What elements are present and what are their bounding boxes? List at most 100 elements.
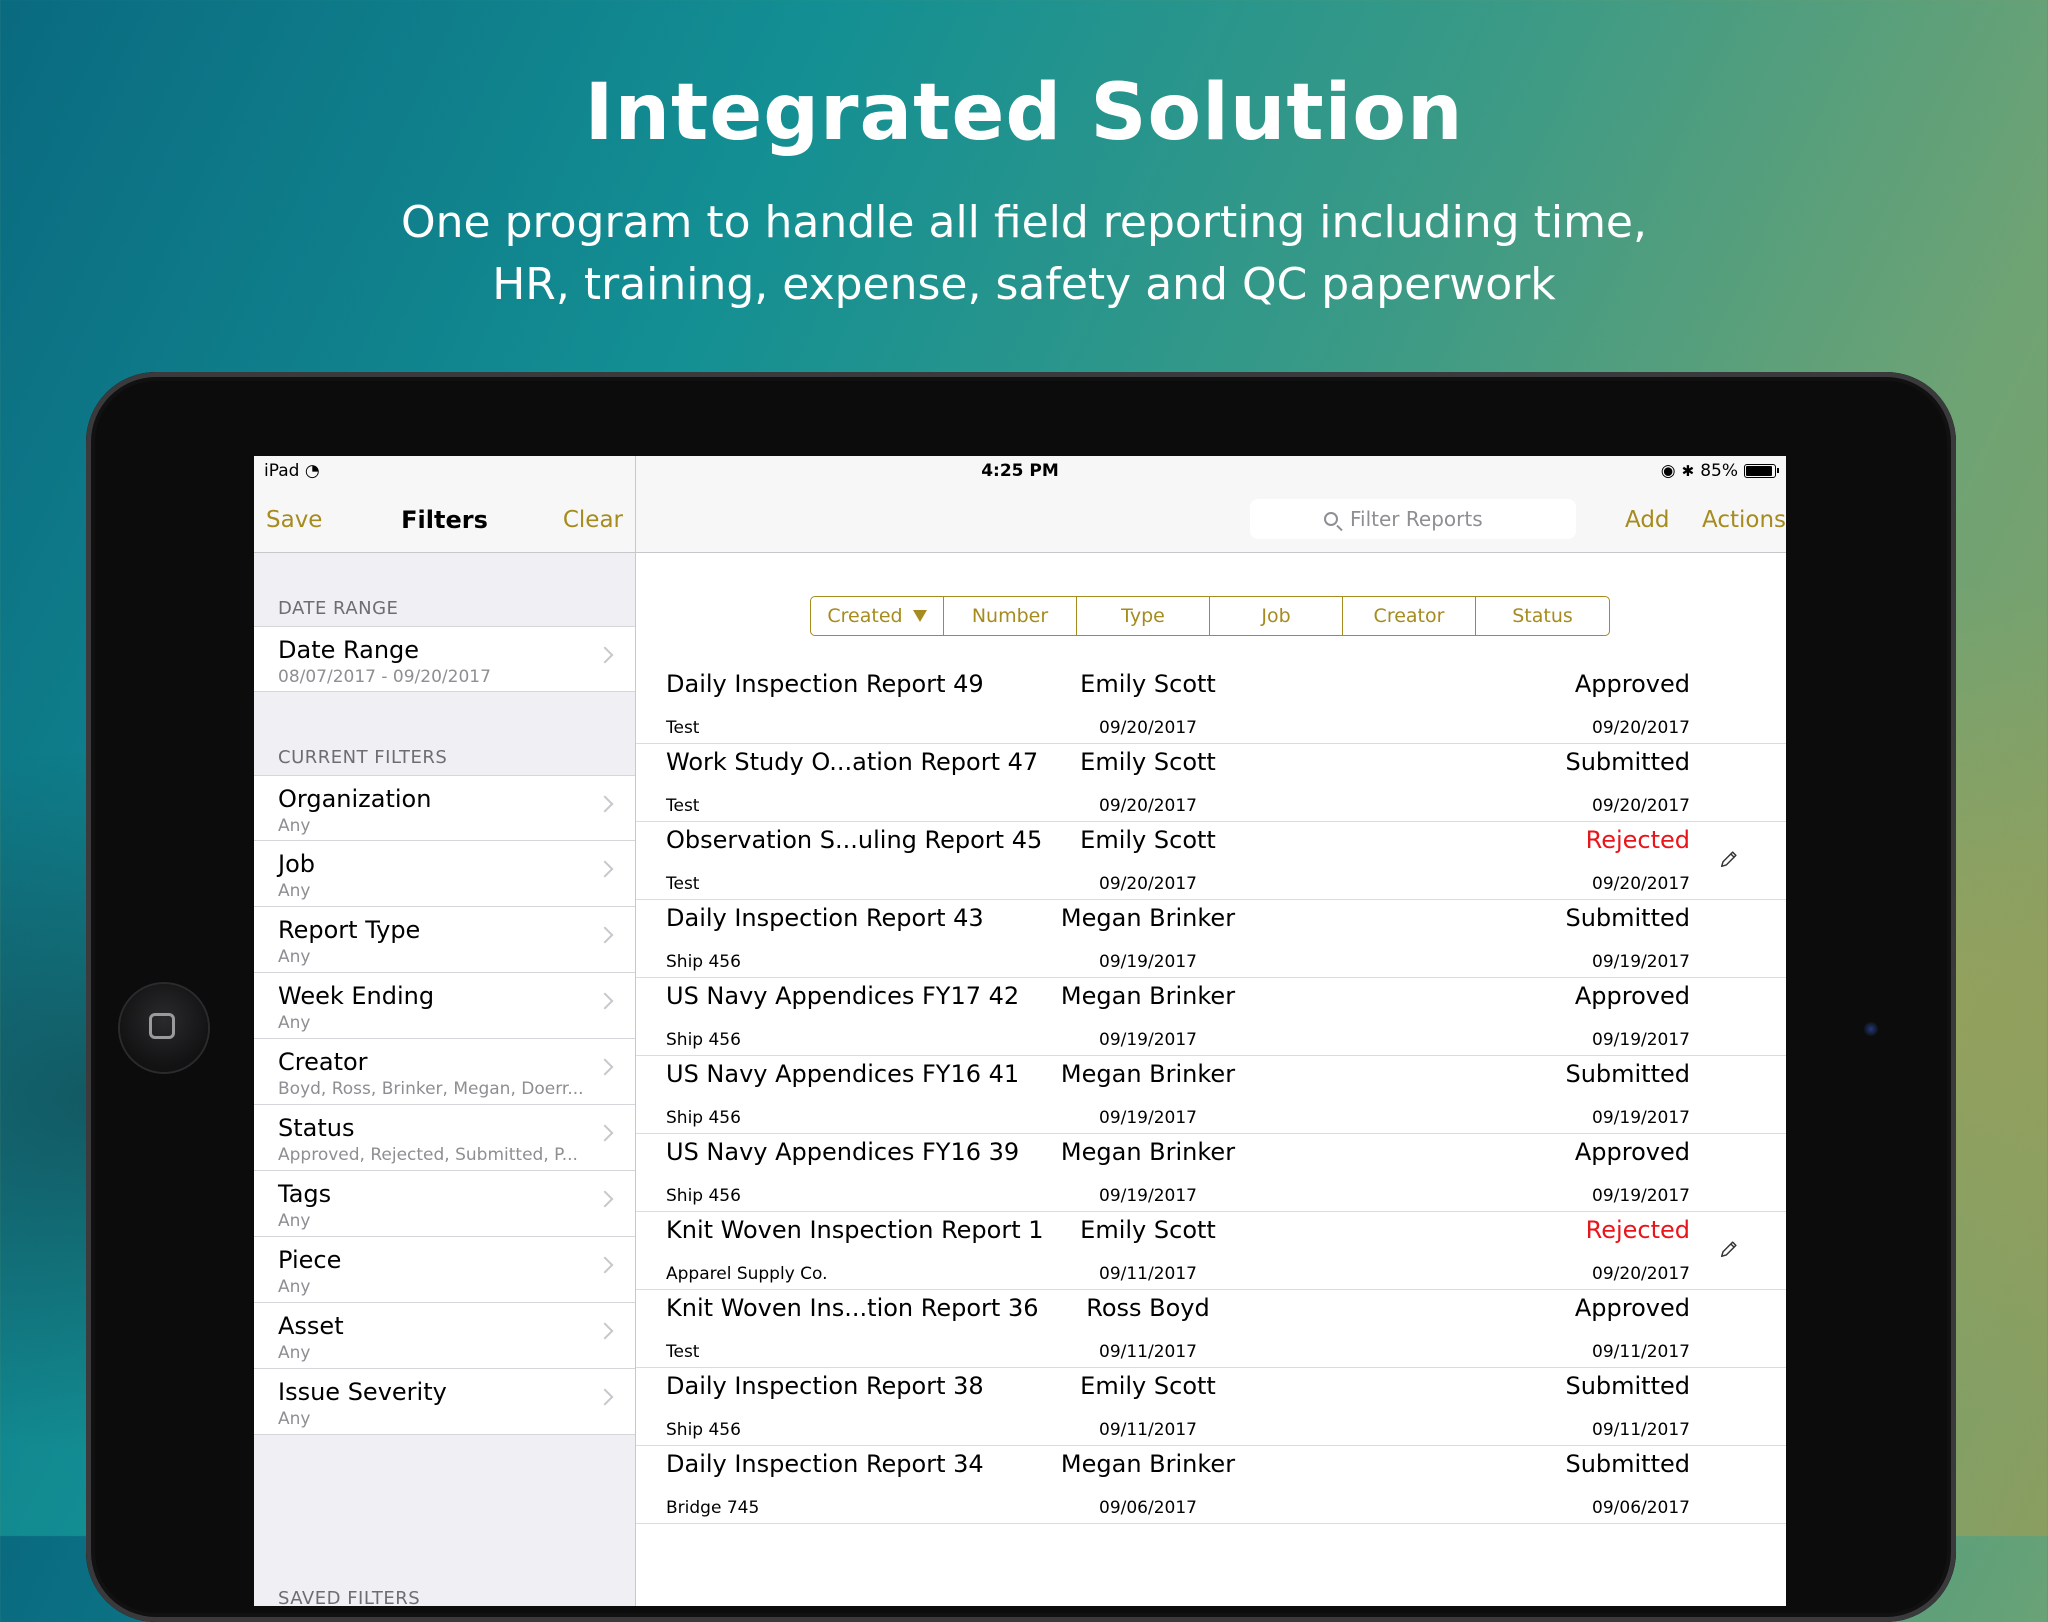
filter-value: Any [278, 1013, 311, 1033]
filter-cell-report-type[interactable]: Report Type Any [254, 907, 635, 973]
actions-button[interactable]: Actions [1702, 507, 1786, 533]
report-row[interactable]: US Navy Appendices FY17 42 Megan Brinker A… [636, 978, 1786, 1056]
ipad-device-frame: Save Filters Clear DATE RANGE Date Range… [86, 372, 1956, 1622]
add-button[interactable]: Add [1625, 507, 1670, 533]
filter-title: Organization [278, 785, 432, 813]
report-creator: Ross Boyd [1086, 1294, 1210, 1322]
report-row[interactable]: Work Study O...ation Report 47 Emily Scot… [636, 744, 1786, 822]
report-row[interactable]: US Navy Appendices FY16 39 Megan Brinker A… [636, 1134, 1786, 1212]
report-creator: Megan Brinker [1060, 982, 1236, 1010]
report-row[interactable]: Knit Woven Ins...tion Report 36 Ross Boyd… [636, 1290, 1786, 1368]
bluetooth-icon: ✱ [1681, 462, 1695, 480]
pencil-edit-icon[interactable] [1718, 848, 1740, 870]
status-time: 4:25 PM [981, 461, 1059, 481]
filter-cell-job[interactable]: Job Any [254, 841, 635, 907]
report-job: Test [666, 874, 700, 894]
report-job: Test [666, 796, 700, 816]
report-row[interactable]: Daily Inspection Report 49 Emily Scott App… [636, 666, 1786, 744]
report-created-date: 09/06/2017 [1099, 1498, 1197, 1518]
saved-filters-section-header: SAVED FILTERS [278, 1588, 421, 1606]
sort-option-job[interactable]: Job [1210, 597, 1343, 635]
report-job: Bridge 745 [666, 1498, 760, 1518]
report-job: Test [666, 1342, 700, 1362]
home-button-icon [149, 1013, 175, 1039]
search-icon [1324, 512, 1338, 526]
filter-title: Asset [278, 1312, 344, 1340]
report-row[interactable]: Daily Inspection Report 38 Emily Scott Sub… [636, 1368, 1786, 1446]
report-row[interactable]: Knit Woven Inspection Report 1 Emily Scot… [636, 1212, 1786, 1290]
chevron-right-icon [596, 992, 614, 1010]
report-status: Approved [1574, 1294, 1690, 1322]
filter-title: Status [278, 1114, 355, 1142]
sort-segmented-control: Created Number Type Job Creator Status [810, 596, 1610, 636]
sort-option-created[interactable]: Created [811, 597, 944, 635]
report-updated-date: 09/19/2017 [1592, 952, 1690, 972]
report-name: Daily Inspection Report 34 [666, 1450, 984, 1478]
sort-option-number[interactable]: Number [944, 597, 1077, 635]
filter-cell-organization[interactable]: Organization Any [254, 775, 635, 841]
clear-button[interactable]: Clear [563, 507, 623, 533]
report-status: Approved [1574, 982, 1690, 1010]
report-status: Rejected [1585, 1216, 1690, 1244]
home-button[interactable] [120, 984, 208, 1072]
report-name: Knit Woven Inspection Report 1 [666, 1216, 1044, 1244]
filter-cell-tags[interactable]: Tags Any [254, 1171, 635, 1237]
chevron-right-icon [596, 795, 614, 813]
report-row[interactable]: Daily Inspection Report 43 Megan Brinker S… [636, 900, 1786, 978]
report-creator: Emily Scott [1080, 670, 1216, 698]
sort-option-label: Creator [1373, 605, 1445, 627]
promo-subline-line-1: One program to handle all field reportin… [401, 197, 1647, 248]
report-row[interactable]: Observation S...uling Report 45 Emily Sco… [636, 822, 1786, 900]
ipad-screen: Save Filters Clear DATE RANGE Date Range… [254, 456, 1786, 1606]
filter-value: Any [278, 1211, 311, 1231]
sort-option-status[interactable]: Status [1476, 597, 1609, 635]
filter-value: Any [278, 816, 311, 836]
report-row[interactable]: US Navy Appendices FY16 41 Megan Brinker S… [636, 1056, 1786, 1134]
filter-value: Any [278, 1343, 311, 1363]
filter-title: Tags [278, 1180, 332, 1208]
promo-subline-line-2: HR, training, expense, safety and QC pap… [492, 259, 1556, 310]
filter-value: Approved, Rejected, Submitted, P... [278, 1145, 578, 1165]
report-updated-date: 09/19/2017 [1592, 1186, 1690, 1206]
chevron-right-icon [596, 646, 614, 664]
report-updated-date: 09/19/2017 [1592, 1108, 1690, 1128]
sort-option-label: Created [827, 605, 903, 627]
sort-option-type[interactable]: Type [1077, 597, 1210, 635]
filter-cell-status[interactable]: Status Approved, Rejected, Submitted, P..… [254, 1105, 635, 1171]
filter-cell-asset[interactable]: Asset Any [254, 1303, 635, 1369]
date-range-cell[interactable]: Date Range 08/07/2017 - 09/20/2017 [254, 626, 635, 692]
status-right: ◉ ✱ 85% [1661, 461, 1779, 481]
promo-headline: Integrated Solution [584, 68, 1464, 158]
date-range-value: 08/07/2017 - 09/20/2017 [278, 667, 491, 687]
filter-cell-piece[interactable]: Piece Any [254, 1237, 635, 1303]
report-created-date: 09/19/2017 [1099, 1186, 1197, 1206]
report-job: Ship 456 [666, 952, 741, 972]
filter-value: Any [278, 1409, 311, 1429]
report-name: US Navy Appendices FY17 42 [666, 982, 1020, 1010]
reports-panel: Add Actions Created Number Type Job Creator S… [636, 456, 1786, 1606]
filter-reports-input[interactable] [1348, 506, 1502, 532]
report-creator: Megan Brinker [1060, 904, 1236, 932]
filter-title: Job [278, 850, 315, 878]
filter-reports-search[interactable] [1250, 499, 1576, 539]
sort-option-creator[interactable]: Creator [1343, 597, 1476, 635]
filter-cell-creator[interactable]: Creator Boyd, Ross, Brinker, Megan, Doerr… [254, 1039, 635, 1105]
report-created-date: 09/20/2017 [1099, 874, 1197, 894]
report-updated-date: 09/20/2017 [1592, 796, 1690, 816]
report-created-date: 09/11/2017 [1099, 1342, 1197, 1362]
battery-percent: 85% [1700, 461, 1738, 481]
report-status: Submitted [1565, 1450, 1690, 1478]
filter-cell-week-ending[interactable]: Week Ending Any [254, 973, 635, 1039]
report-created-date: 09/20/2017 [1099, 796, 1197, 816]
report-creator: Megan Brinker [1060, 1138, 1236, 1166]
filter-value: Any [278, 881, 311, 901]
chevron-right-icon [596, 926, 614, 944]
report-updated-date: 09/20/2017 [1592, 874, 1690, 894]
report-created-date: 09/19/2017 [1099, 1030, 1197, 1050]
report-row[interactable]: Daily Inspection Report 34 Megan Brinker S… [636, 1446, 1786, 1524]
pencil-edit-icon[interactable] [1718, 1238, 1740, 1260]
report-name: Daily Inspection Report 49 [666, 670, 984, 698]
date-range-title: Date Range [278, 636, 420, 664]
filter-cell-issue-severity[interactable]: Issue Severity Any [254, 1369, 635, 1435]
chevron-right-icon [596, 1388, 614, 1406]
